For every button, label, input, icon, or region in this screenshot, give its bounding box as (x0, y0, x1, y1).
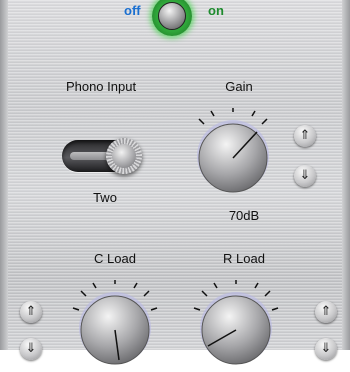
r-load-knob[interactable] (190, 280, 282, 372)
toggle-thumb[interactable] (106, 138, 142, 174)
up-double-arrow-icon: ⇑ (25, 304, 37, 319)
c-load-title: C Load (94, 251, 136, 266)
c-load-down-button[interactable]: ⇓ (20, 338, 42, 360)
gain-title: Gain (225, 79, 253, 94)
power-button[interactable] (152, 0, 192, 36)
power-off-label: off (124, 3, 141, 18)
r-load-down-button[interactable]: ⇓ (315, 338, 337, 360)
power-on-label: on (208, 3, 224, 18)
phono-input-title: Phono Input (65, 79, 137, 94)
c-load-up-button[interactable]: ⇑ (20, 301, 42, 323)
gain-value: 70dB (228, 208, 260, 223)
gain-down-button[interactable]: ⇓ (294, 165, 316, 187)
toggle-track (70, 152, 110, 160)
down-double-arrow-icon: ⇓ (25, 341, 37, 356)
up-double-arrow-icon: ⇑ (320, 304, 332, 319)
power-icon (158, 2, 186, 30)
control-panel: off on Phono Input Two Gain ⇑ ⇓ 70dB C L… (0, 0, 350, 365)
down-double-arrow-icon: ⇓ (299, 168, 311, 183)
r-load-up-button[interactable]: ⇑ (315, 301, 337, 323)
gain-up-button[interactable]: ⇑ (294, 125, 316, 147)
phono-input-toggle[interactable] (62, 138, 142, 174)
down-double-arrow-icon: ⇓ (320, 341, 332, 356)
up-double-arrow-icon: ⇑ (299, 128, 311, 143)
r-load-title: R Load (223, 251, 265, 266)
gain-knob[interactable] (187, 108, 279, 200)
phono-input-value: Two (93, 190, 117, 205)
c-load-knob[interactable] (69, 280, 161, 372)
